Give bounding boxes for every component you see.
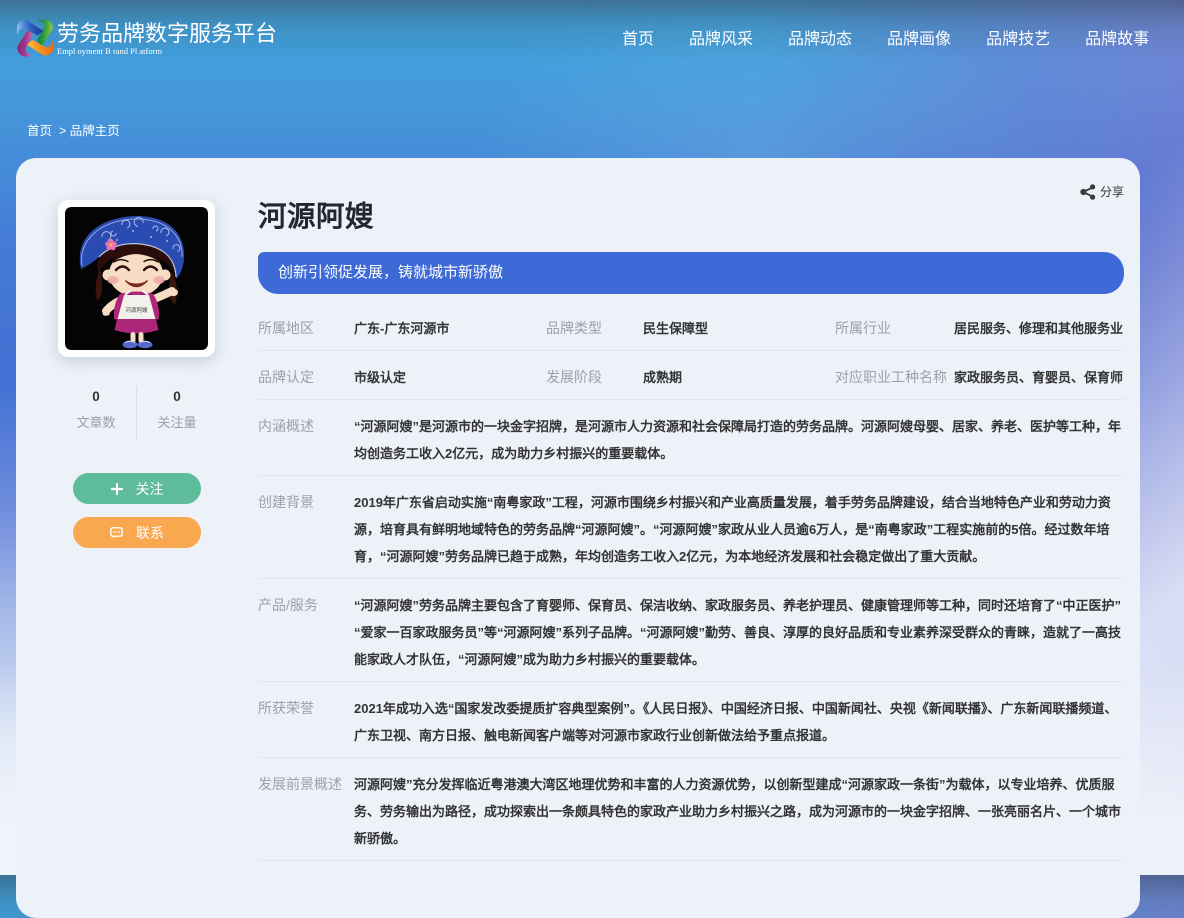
svg-text:河源阿嫂: 河源阿嫂 bbox=[125, 306, 148, 314]
